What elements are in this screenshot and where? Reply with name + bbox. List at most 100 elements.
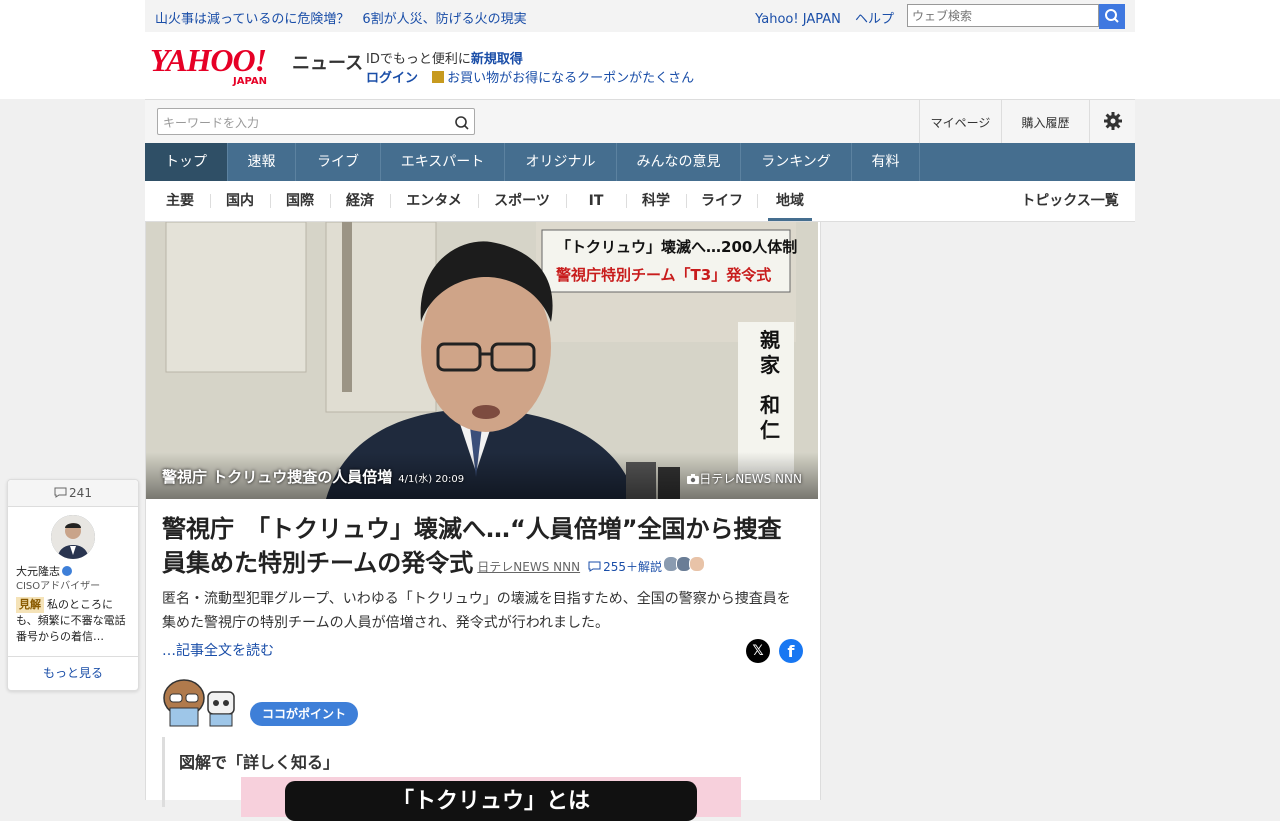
login-row: ログイン お買い物がお得になるクーポンがたくさん: [366, 67, 694, 86]
divider: [478, 194, 479, 208]
help-link[interactable]: ヘルプ: [855, 12, 894, 27]
category-life[interactable]: ライフ: [697, 181, 747, 221]
id-promo-text: IDでもっと便利に: [366, 52, 471, 67]
expert-role: CISOアドバイザー: [16, 581, 101, 592]
infographic-section: 図解で「詳しく知る」 「トクリュウ」とは: [162, 737, 805, 821]
tab-expert[interactable]: エキスパート: [381, 143, 505, 181]
divider: [270, 194, 271, 208]
share-x-button[interactable]: 𝕏: [746, 639, 770, 663]
keyword-search-input[interactable]: キーワードを入力: [157, 108, 475, 135]
svg-text:警視庁特別チーム「T3」発令式: 警視庁特別チーム「T3」発令式: [555, 266, 771, 284]
comment-icon: [54, 487, 67, 498]
photo-credit: 日テレNEWS NNN: [687, 470, 802, 487]
key-point-section: ココがポイント: [162, 678, 462, 730]
article-main: 「トクリュウ」壊滅へ…200人体制 警視庁特別チーム「T3」発令式 親 家 和 …: [145, 222, 821, 821]
comment-count-value: 241: [69, 486, 92, 500]
category-world[interactable]: 国際: [281, 181, 319, 221]
keyword-placeholder: キーワードを入力: [163, 116, 260, 130]
top-links: Yahoo! JAPAN ヘルプ: [745, 8, 894, 27]
article-photo[interactable]: 「トクリュウ」壊滅へ…200人体制 警視庁特別チーム「T3」発令式 親 家 和 …: [146, 222, 818, 499]
divider: [757, 194, 758, 208]
article-summary: 匿名・流動型犯罪グループ、いわゆる「トクリュウ」の壊滅を目指すため、全国の警察か…: [162, 591, 791, 631]
signup-link[interactable]: 新規取得: [471, 52, 523, 67]
top-utility-inner: 山火事は減っているのに危険増？ 6割が人災、防げる火の現実 Yahoo! JAP…: [145, 0, 1135, 32]
top-headline-link[interactable]: 山火事は減っているのに危険増？ 6割が人災、防げる火の現実: [155, 8, 527, 27]
infographic-banner: 「トクリュウ」とは: [285, 781, 697, 821]
svg-text:「トクリュウ」壊滅へ…200人体制: 「トクリュウ」壊滅へ…200人体制: [556, 238, 797, 256]
coupon-link[interactable]: お買い物がお得になるクーポンがたくさん: [447, 71, 694, 86]
avatar[interactable]: [51, 515, 95, 559]
category-economy[interactable]: 経済: [341, 181, 379, 221]
yahoo-japan-link[interactable]: Yahoo! JAPAN: [755, 12, 841, 27]
divider: [566, 194, 567, 208]
photo-credit-text: 日テレNEWS NNN: [699, 472, 802, 486]
camera-icon: [687, 474, 700, 484]
coupon-icon: [432, 71, 445, 83]
purchase-history-button[interactable]: 購入履歴: [1001, 100, 1089, 144]
expert-avatars[interactable]: [662, 547, 705, 581]
tab-paid[interactable]: 有料: [852, 143, 920, 181]
article-title[interactable]: 警視庁 「トクリュウ」壊滅へ…“人員倍増”全国から捜査員集めた特別チームの発令式…: [162, 512, 802, 584]
svg-text:和: 和: [760, 393, 780, 417]
article-source-link[interactable]: 日テレNEWS NNN: [477, 560, 580, 574]
see-more-link[interactable]: もっと見る: [8, 656, 138, 690]
verified-icon: [62, 566, 72, 576]
category-local[interactable]: 地域: [768, 181, 812, 221]
svg-text:親: 親: [760, 328, 780, 352]
mypage-button[interactable]: マイページ: [919, 100, 1001, 144]
svg-text:仁: 仁: [760, 418, 780, 442]
category-domestic[interactable]: 国内: [221, 181, 259, 221]
expert-comment-card[interactable]: 241 大元隆志 CISOアドバイザー 見解 私のところにも、頻繁に不審な電話番号…: [7, 479, 139, 691]
facebook-logo-icon: f: [787, 642, 795, 661]
id-promo: IDでもっと便利に新規取得: [366, 48, 523, 67]
mascot-icon: [163, 679, 235, 727]
category-nav: 主要 国内 国際 経済 エンタメ スポーツ IT 科学 ライフ 地域 トピックス…: [145, 181, 1135, 222]
web-search-input[interactable]: [907, 4, 1099, 27]
settings-button[interactable]: [1089, 100, 1135, 144]
search-icon: [1105, 9, 1119, 23]
category-sports[interactable]: スポーツ: [489, 181, 555, 221]
x-logo-icon: 𝕏: [752, 643, 764, 659]
search-icon[interactable]: [454, 115, 470, 131]
site-header: YAHOO! JAPAN ニュース IDでもっと便利に新規取得 ログイン お買い…: [0, 32, 1280, 99]
tab-breaking[interactable]: 速報: [228, 143, 296, 181]
tab-opinions[interactable]: みんなの意見: [617, 143, 741, 181]
yahoo-news-logo[interactable]: YAHOO! JAPAN ニュース: [150, 42, 363, 87]
category-main[interactable]: 主要: [161, 181, 199, 221]
share-facebook-button[interactable]: f: [779, 639, 803, 663]
news-search-bar: キーワードを入力 マイページ 購入履歴: [145, 99, 1135, 144]
comment-icon: [588, 561, 601, 572]
tab-top[interactable]: トップ: [145, 143, 228, 181]
login-link[interactable]: ログイン: [366, 71, 418, 86]
category-it[interactable]: IT: [577, 181, 615, 221]
expert-portrait: [51, 515, 95, 559]
divider: [390, 194, 391, 208]
divider: [626, 194, 627, 208]
divider: [686, 194, 687, 208]
category-entertainment[interactable]: エンタメ: [401, 181, 467, 221]
press-conference-image: 「トクリュウ」壊滅へ…200人体制 警視庁特別チーム「T3」発令式 親 家 和 …: [146, 222, 818, 499]
page: 山火事は減っているのに危険増？ 6割が人災、防げる火の現実 Yahoo! JAP…: [0, 0, 1280, 821]
service-name: ニュース: [292, 53, 364, 74]
read-full-article-link[interactable]: …記事全文を読む: [162, 640, 274, 660]
tab-original[interactable]: オリジナル: [505, 143, 617, 181]
comments-link[interactable]: 255＋解説: [588, 560, 662, 574]
web-search-button[interactable]: [1099, 4, 1125, 29]
global-nav: トップ 速報 ライブ エキスパート オリジナル みんなの意見 ランキング 有料: [145, 143, 1135, 181]
photo-caption-text: 警視庁 トクリュウ捜査の人員倍増: [162, 468, 393, 486]
avatar: [688, 556, 705, 572]
comment-count[interactable]: 241: [8, 480, 138, 507]
tab-ranking[interactable]: ランキング: [741, 143, 852, 181]
photo-date: 4/1(水) 20:09: [398, 474, 465, 485]
gear-icon: [1103, 112, 1122, 130]
expert-comment-text[interactable]: 見解 私のところにも、頻繁に不審な電話番号からの着信…: [16, 597, 132, 645]
photo-caption: 警視庁 トクリュウ捜査の人員倍増 4/1(水) 20:09: [162, 466, 464, 487]
opinion-badge: 見解: [16, 597, 44, 613]
topics-list-link[interactable]: トピックス一覧: [1015, 181, 1125, 221]
logo-main: YAHOO!: [150, 42, 267, 78]
key-point-label: ココがポイント: [250, 702, 359, 726]
divider: [210, 194, 211, 208]
tab-live[interactable]: ライブ: [296, 143, 381, 181]
category-science[interactable]: 科学: [637, 181, 675, 221]
infographic-heading: 図解で「詳しく知る」: [179, 753, 340, 772]
